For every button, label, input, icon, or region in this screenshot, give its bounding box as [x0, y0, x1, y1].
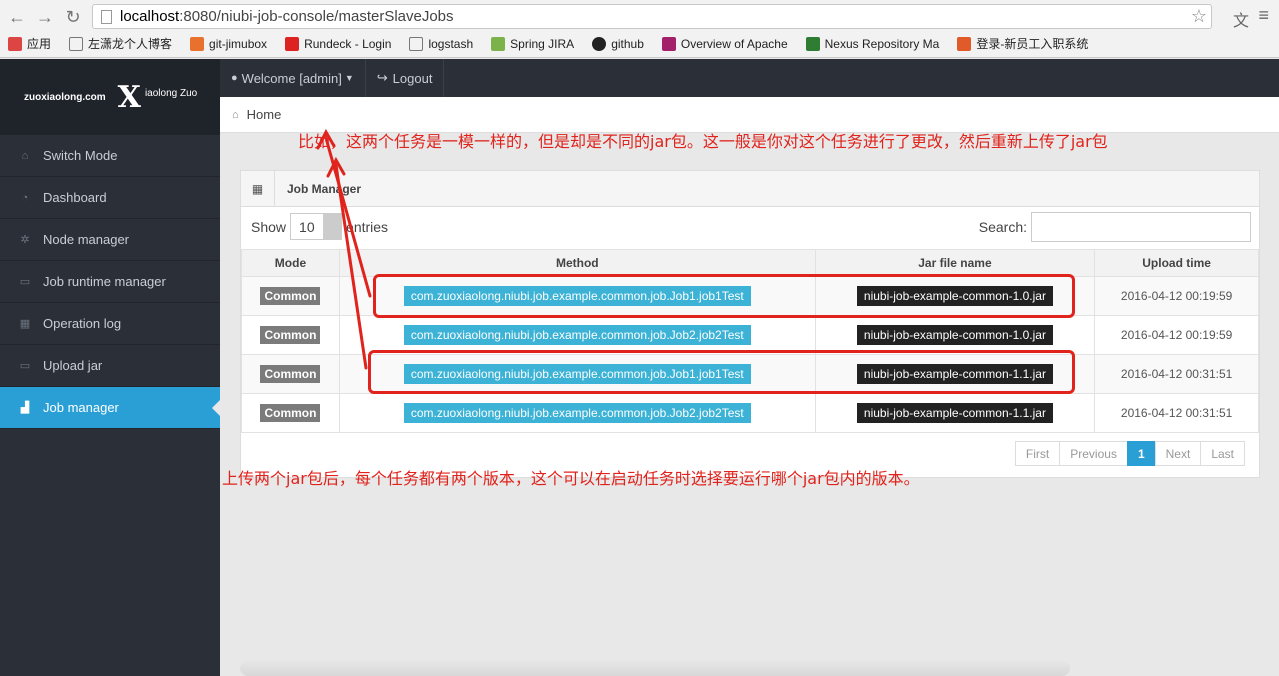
page-shadow: [240, 660, 1070, 676]
annotation-arrows: [316, 128, 372, 370]
arrow-line: [324, 136, 372, 298]
